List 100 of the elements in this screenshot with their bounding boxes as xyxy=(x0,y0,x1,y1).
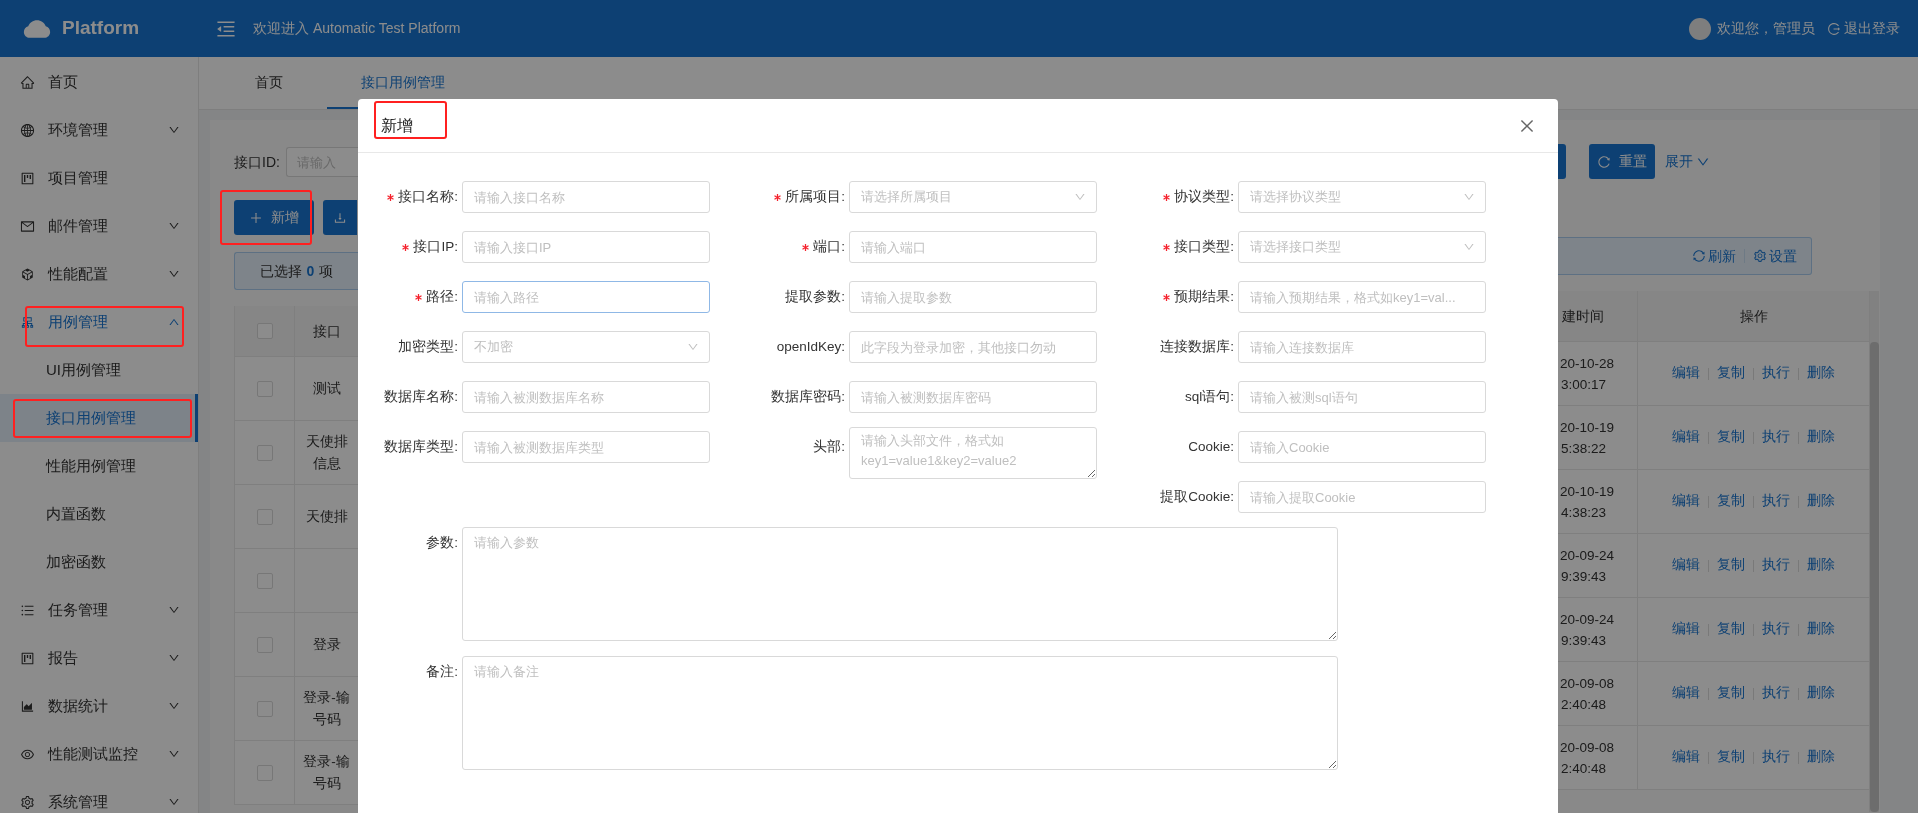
sidebar-subitem[interactable]: 内置函数 xyxy=(0,490,198,538)
table-cell-text: 天使排 xyxy=(305,432,348,451)
table-cell-text: 2:40:48 xyxy=(1560,695,1608,714)
row-action-link[interactable]: 删除 xyxy=(1807,491,1835,512)
table-cell-text: 测试 xyxy=(312,379,341,398)
row-action-link[interactable]: 编辑 xyxy=(1672,683,1700,704)
text-field[interactable]: 请输入连接数据库 xyxy=(1238,331,1486,363)
select-field[interactable]: 请选择所属项目 xyxy=(849,181,1097,213)
select-field[interactable]: 请选择协议类型 xyxy=(1238,181,1486,213)
text-field[interactable]: 请输入被测sql语句 xyxy=(1238,381,1486,413)
row-action-link[interactable]: 编辑 xyxy=(1672,427,1700,448)
row-action-link[interactable]: 复制 xyxy=(1717,491,1745,512)
sidebar-item[interactable]: 报告 xyxy=(0,634,198,682)
row-action-link[interactable]: 删除 xyxy=(1807,683,1835,704)
text-field[interactable]: 请输入被测数据库密码 xyxy=(849,381,1097,413)
field-label: 接口类型: xyxy=(1174,237,1234,256)
selection-text: 项 xyxy=(319,261,334,281)
table-cell-text: 3:00:17 xyxy=(1560,375,1608,394)
settings-link[interactable]: 设置 xyxy=(1753,245,1797,267)
row-action-link[interactable]: 复制 xyxy=(1717,683,1745,704)
field-label: 接口名称: xyxy=(398,187,458,206)
row-action-link[interactable]: 删除 xyxy=(1807,427,1835,448)
settings-icon xyxy=(20,794,35,810)
settings-icon xyxy=(1753,249,1767,263)
text-area[interactable]: 请输入头部文件，格式如key1=value1&key2=value2 xyxy=(849,427,1097,479)
row-action-link[interactable]: 删除 xyxy=(1807,363,1835,384)
row-action-link[interactable]: 执行 xyxy=(1762,555,1790,576)
sidebar-item[interactable]: 性能配置 xyxy=(0,250,198,298)
row-action-link[interactable]: 编辑 xyxy=(1672,747,1700,768)
field-label: 提取参数: xyxy=(785,287,845,306)
table-cell-text: 号码 xyxy=(312,710,341,729)
column-header: 建时间 xyxy=(1562,306,1604,326)
text-field[interactable]: 请输入预期结果，格式如key1=val... xyxy=(1238,281,1486,313)
text-area[interactable]: 请输入参数 xyxy=(462,527,1338,641)
sidebar-subitem[interactable]: 加密函数 xyxy=(0,538,198,586)
row-action-link[interactable]: 复制 xyxy=(1717,619,1745,640)
cube-icon xyxy=(20,266,35,282)
field-label: 提取Cookie: xyxy=(1160,487,1234,506)
refresh-link[interactable]: 刷新 xyxy=(1692,245,1736,267)
sitemap-icon xyxy=(20,314,35,330)
row-action-link[interactable]: 删除 xyxy=(1807,747,1835,768)
sidebar-item[interactable]: 系统管理 xyxy=(0,778,198,813)
sidebar-item[interactable]: 任务管理 xyxy=(0,586,198,634)
row-action-link[interactable]: 删除 xyxy=(1807,619,1835,640)
sidebar-subitem[interactable]: 性能用例管理 xyxy=(0,442,198,490)
row-action-link[interactable]: 编辑 xyxy=(1672,619,1700,640)
field-label: 备注: xyxy=(426,663,458,681)
row-action-link[interactable]: 编辑 xyxy=(1672,363,1700,384)
text-field[interactable]: 请输入被测数据库类型 xyxy=(462,431,710,463)
sidebar-subitem[interactable]: UI用例管理 xyxy=(0,346,198,394)
row-action-link[interactable]: 复制 xyxy=(1717,427,1745,448)
tab[interactable]: 首页 xyxy=(221,57,317,109)
text-field[interactable]: 请输入提取参数 xyxy=(849,281,1097,313)
reset-button[interactable]: 重置 xyxy=(1589,144,1655,179)
row-action-link[interactable]: 复制 xyxy=(1717,747,1745,768)
field-label: 头部: xyxy=(813,437,845,456)
field-label: Cookie: xyxy=(1188,437,1234,456)
text-field[interactable]: 请输入路径 xyxy=(462,281,710,313)
field-label: 数据库类型: xyxy=(384,437,458,456)
row-action-link[interactable]: 复制 xyxy=(1717,363,1745,384)
add-button[interactable]: 新增 xyxy=(234,200,314,235)
row-action-link[interactable]: 执行 xyxy=(1762,747,1790,768)
column-header: 操作 xyxy=(1739,306,1768,326)
search-button[interactable] xyxy=(1558,144,1566,179)
row-action-link[interactable]: 删除 xyxy=(1807,555,1835,576)
sidebar-item[interactable]: 首页 xyxy=(0,58,198,106)
field-label: 端口: xyxy=(813,237,845,256)
text-field[interactable]: 请输入提取Cookie xyxy=(1238,481,1486,513)
row-action-link[interactable]: 执行 xyxy=(1762,619,1790,640)
avatar[interactable] xyxy=(1689,17,1711,40)
row-action-link[interactable]: 复制 xyxy=(1717,555,1745,576)
table-cell-text: 天使排 xyxy=(305,507,348,526)
sidebar-item[interactable]: 项目管理 xyxy=(0,154,198,202)
chart-icon xyxy=(20,698,35,714)
row-action-link[interactable]: 编辑 xyxy=(1672,491,1700,512)
row-action-link[interactable]: 执行 xyxy=(1762,683,1790,704)
field-label: 路径: xyxy=(426,287,458,306)
sidebar-item[interactable]: 环境管理 xyxy=(0,106,198,154)
row-action-link[interactable]: 执行 xyxy=(1762,427,1790,448)
text-field[interactable]: 请输入Cookie xyxy=(1238,431,1486,463)
sidebar-item[interactable]: 邮件管理 xyxy=(0,202,198,250)
sidebar-item[interactable]: 性能测试监控 xyxy=(0,730,198,778)
scrollbar[interactable] xyxy=(1870,342,1879,812)
text-area[interactable]: 请输入备注 xyxy=(462,656,1338,770)
chevron-down-icon xyxy=(168,652,180,664)
download-button[interactable] xyxy=(323,200,357,235)
chevron-down-icon xyxy=(1463,191,1475,203)
text-field[interactable]: 请输入被测数据库名称 xyxy=(462,381,710,413)
sidebar-subitem[interactable]: 接口用例管理 xyxy=(0,394,198,442)
row-action-link[interactable]: 执行 xyxy=(1762,363,1790,384)
sidebar-item[interactable]: 数据统计 xyxy=(0,682,198,730)
board-icon xyxy=(20,650,35,666)
logout-icon xyxy=(1827,21,1841,36)
row-action-link[interactable]: 执行 xyxy=(1762,491,1790,512)
expand-link[interactable]: 展开 xyxy=(1665,151,1710,172)
chevron-down-icon xyxy=(1463,241,1475,253)
sidebar-item[interactable]: 用例管理 xyxy=(0,298,198,346)
logout-link[interactable]: 退出登录 xyxy=(1827,18,1900,39)
row-action-link[interactable]: 编辑 xyxy=(1672,555,1700,576)
download-icon xyxy=(333,210,347,225)
